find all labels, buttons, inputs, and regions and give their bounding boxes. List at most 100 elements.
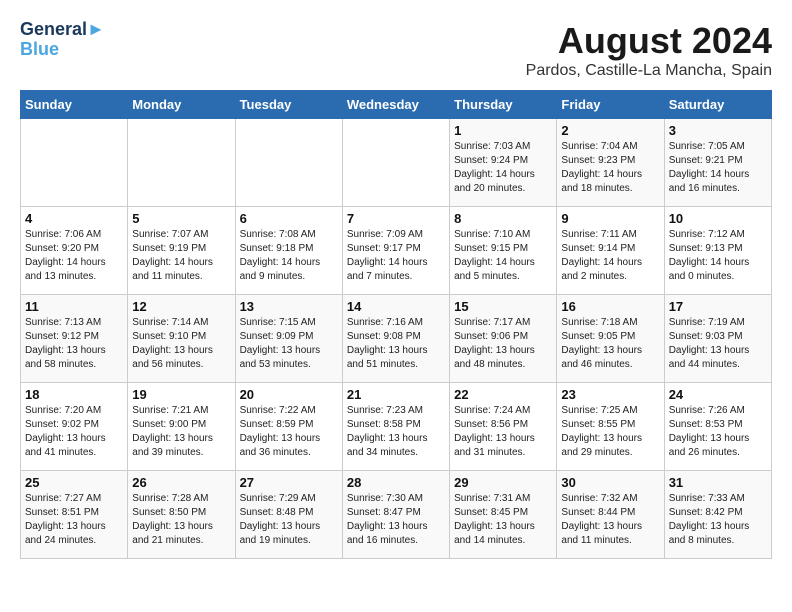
day-info: Sunrise: 7:08 AM Sunset: 9:18 PM Dayligh… (240, 228, 338, 284)
day-info: Sunrise: 7:11 AM Sunset: 9:14 PM Dayligh… (561, 228, 659, 284)
weekday-header: Tuesday (235, 91, 342, 119)
calendar-day-cell: 10 Sunrise: 7:12 AM Sunset: 9:13 PM Dayli… (664, 207, 771, 295)
day-number: 5 (132, 211, 230, 226)
day-info: Sunrise: 7:32 AM Sunset: 8:44 PM Dayligh… (561, 492, 659, 548)
day-info: Sunrise: 7:29 AM Sunset: 8:48 PM Dayligh… (240, 492, 338, 548)
calendar-day-cell: 15 Sunrise: 7:17 AM Sunset: 9:06 PM Dayli… (450, 295, 557, 383)
day-info: Sunrise: 7:09 AM Sunset: 9:17 PM Dayligh… (347, 228, 445, 284)
day-number: 30 (561, 475, 659, 490)
calendar-day-cell (235, 119, 342, 207)
day-info: Sunrise: 7:30 AM Sunset: 8:47 PM Dayligh… (347, 492, 445, 548)
calendar-day-cell: 19 Sunrise: 7:21 AM Sunset: 9:00 PM Dayli… (128, 383, 235, 471)
day-info: Sunrise: 7:31 AM Sunset: 8:45 PM Dayligh… (454, 492, 552, 548)
calendar-day-cell: 12 Sunrise: 7:14 AM Sunset: 9:10 PM Dayli… (128, 295, 235, 383)
day-info: Sunrise: 7:23 AM Sunset: 8:58 PM Dayligh… (347, 404, 445, 460)
day-info: Sunrise: 7:20 AM Sunset: 9:02 PM Dayligh… (25, 404, 123, 460)
calendar-day-cell: 14 Sunrise: 7:16 AM Sunset: 9:08 PM Dayli… (342, 295, 449, 383)
calendar-day-cell: 2Sunrise: 7:04 AM Sunset: 9:23 PM Daylig… (557, 119, 664, 207)
day-number: 8 (454, 211, 552, 226)
day-number: 18 (25, 387, 123, 402)
day-number: 3 (669, 123, 767, 138)
day-number: 16 (561, 299, 659, 314)
calendar-day-cell: 13Sunrise: 7:15 AM Sunset: 9:09 PM Dayli… (235, 295, 342, 383)
calendar-day-cell: 6 Sunrise: 7:08 AM Sunset: 9:18 PM Daylig… (235, 207, 342, 295)
calendar-day-cell: 16 Sunrise: 7:18 AM Sunset: 9:05 PM Dayli… (557, 295, 664, 383)
calendar-week-row: 25Sunrise: 7:27 AM Sunset: 8:51 PM Dayli… (21, 471, 772, 559)
day-number: 25 (25, 475, 123, 490)
calendar-day-cell: 7Sunrise: 7:09 AM Sunset: 9:17 PM Daylig… (342, 207, 449, 295)
day-number: 20 (240, 387, 338, 402)
day-info: Sunrise: 7:12 AM Sunset: 9:13 PM Dayligh… (669, 228, 767, 284)
day-number: 26 (132, 475, 230, 490)
calendar-day-cell (21, 119, 128, 207)
day-number: 4 (25, 211, 123, 226)
calendar-day-cell: 3 Sunrise: 7:05 AM Sunset: 9:21 PM Daylig… (664, 119, 771, 207)
day-number: 6 (240, 211, 338, 226)
calendar-day-cell: 30 Sunrise: 7:32 AM Sunset: 8:44 PM Dayli… (557, 471, 664, 559)
day-info: Sunrise: 7:19 AM Sunset: 9:03 PM Dayligh… (669, 316, 767, 372)
month-title: August 2024 (526, 20, 772, 62)
day-number: 12 (132, 299, 230, 314)
weekday-header: Thursday (450, 91, 557, 119)
calendar-day-cell: 18 Sunrise: 7:20 AM Sunset: 9:02 PM Dayli… (21, 383, 128, 471)
weekday-header: Sunday (21, 91, 128, 119)
day-info: Sunrise: 7:05 AM Sunset: 9:21 PM Dayligh… (669, 140, 767, 196)
calendar-day-cell: 27 Sunrise: 7:29 AM Sunset: 8:48 PM Dayli… (235, 471, 342, 559)
weekday-header: Monday (128, 91, 235, 119)
calendar-day-cell: 29Sunrise: 7:31 AM Sunset: 8:45 PM Dayli… (450, 471, 557, 559)
calendar-day-cell: 26 Sunrise: 7:28 AM Sunset: 8:50 PM Dayli… (128, 471, 235, 559)
day-info: Sunrise: 7:10 AM Sunset: 9:15 PM Dayligh… (454, 228, 552, 284)
title-block: August 2024 Pardos, Castille-La Mancha, … (526, 20, 772, 80)
location: Pardos, Castille-La Mancha, Spain (526, 62, 772, 80)
calendar-day-cell: 5Sunrise: 7:07 AM Sunset: 9:19 PM Daylig… (128, 207, 235, 295)
day-info: Sunrise: 7:25 AM Sunset: 8:55 PM Dayligh… (561, 404, 659, 460)
day-number: 28 (347, 475, 445, 490)
day-number: 22 (454, 387, 552, 402)
day-number: 24 (669, 387, 767, 402)
calendar-week-row: 4Sunrise: 7:06 AM Sunset: 9:20 PM Daylig… (21, 207, 772, 295)
calendar-day-cell: 24Sunrise: 7:26 AM Sunset: 8:53 PM Dayli… (664, 383, 771, 471)
weekday-header: Saturday (664, 91, 771, 119)
day-number: 17 (669, 299, 767, 314)
calendar-week-row: 11 Sunrise: 7:13 AM Sunset: 9:12 PM Dayli… (21, 295, 772, 383)
day-info: Sunrise: 7:28 AM Sunset: 8:50 PM Dayligh… (132, 492, 230, 548)
day-info: Sunrise: 7:22 AM Sunset: 8:59 PM Dayligh… (240, 404, 338, 460)
day-number: 14 (347, 299, 445, 314)
weekday-header: Wednesday (342, 91, 449, 119)
calendar-week-row: 1 Sunrise: 7:03 AM Sunset: 9:24 PM Daylig… (21, 119, 772, 207)
page-header: General►Blue August 2024 Pardos, Castill… (20, 20, 772, 80)
day-info: Sunrise: 7:03 AM Sunset: 9:24 PM Dayligh… (454, 140, 552, 196)
weekday-header: Friday (557, 91, 664, 119)
calendar-header-row: SundayMondayTuesdayWednesdayThursdayFrid… (21, 91, 772, 119)
day-info: Sunrise: 7:17 AM Sunset: 9:06 PM Dayligh… (454, 316, 552, 372)
day-number: 23 (561, 387, 659, 402)
logo: General►Blue (20, 20, 105, 60)
day-number: 9 (561, 211, 659, 226)
logo-text: General►Blue (20, 20, 105, 60)
calendar-day-cell: 8 Sunrise: 7:10 AM Sunset: 9:15 PM Daylig… (450, 207, 557, 295)
day-number: 27 (240, 475, 338, 490)
day-info: Sunrise: 7:33 AM Sunset: 8:42 PM Dayligh… (669, 492, 767, 548)
day-number: 11 (25, 299, 123, 314)
day-number: 19 (132, 387, 230, 402)
calendar-day-cell: 28 Sunrise: 7:30 AM Sunset: 8:47 PM Dayli… (342, 471, 449, 559)
calendar-day-cell: 25Sunrise: 7:27 AM Sunset: 8:51 PM Dayli… (21, 471, 128, 559)
day-number: 1 (454, 123, 552, 138)
calendar-day-cell: 11 Sunrise: 7:13 AM Sunset: 9:12 PM Dayli… (21, 295, 128, 383)
calendar-week-row: 18 Sunrise: 7:20 AM Sunset: 9:02 PM Dayli… (21, 383, 772, 471)
day-info: Sunrise: 7:13 AM Sunset: 9:12 PM Dayligh… (25, 316, 123, 372)
calendar-body: 1 Sunrise: 7:03 AM Sunset: 9:24 PM Daylig… (21, 119, 772, 559)
calendar-day-cell: 1 Sunrise: 7:03 AM Sunset: 9:24 PM Daylig… (450, 119, 557, 207)
day-info: Sunrise: 7:15 AM Sunset: 9:09 PM Dayligh… (240, 316, 338, 372)
calendar-day-cell (342, 119, 449, 207)
day-info: Sunrise: 7:14 AM Sunset: 9:10 PM Dayligh… (132, 316, 230, 372)
day-info: Sunrise: 7:18 AM Sunset: 9:05 PM Dayligh… (561, 316, 659, 372)
day-info: Sunrise: 7:16 AM Sunset: 9:08 PM Dayligh… (347, 316, 445, 372)
day-info: Sunrise: 7:24 AM Sunset: 8:56 PM Dayligh… (454, 404, 552, 460)
day-number: 31 (669, 475, 767, 490)
day-number: 10 (669, 211, 767, 226)
day-info: Sunrise: 7:21 AM Sunset: 9:00 PM Dayligh… (132, 404, 230, 460)
calendar-day-cell: 9 Sunrise: 7:11 AM Sunset: 9:14 PM Daylig… (557, 207, 664, 295)
calendar-day-cell: 17 Sunrise: 7:19 AM Sunset: 9:03 PM Dayli… (664, 295, 771, 383)
day-number: 15 (454, 299, 552, 314)
